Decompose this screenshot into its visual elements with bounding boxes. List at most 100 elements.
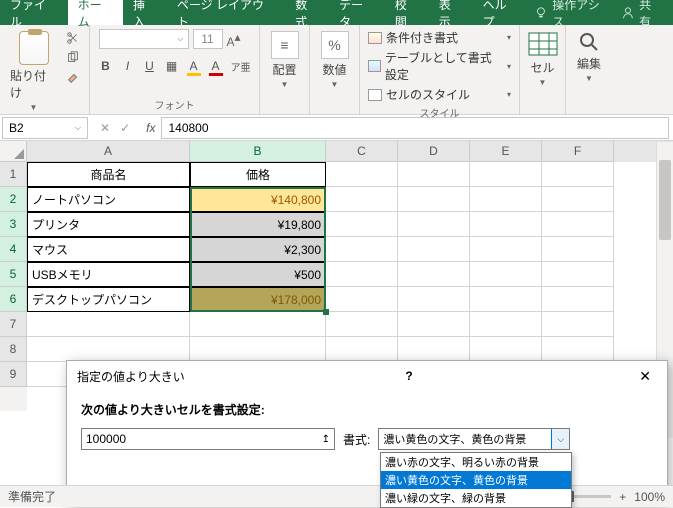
cells-button[interactable]: セル▼ — [525, 29, 561, 89]
cell[interactable] — [470, 237, 542, 262]
cell[interactable] — [326, 337, 398, 362]
cell[interactable]: プリンタ — [27, 212, 190, 237]
cell-header-name[interactable]: 商品名 — [27, 162, 190, 187]
name-box[interactable]: B2⌵ — [2, 117, 88, 139]
col-header[interactable]: D — [398, 141, 470, 162]
font-color-button[interactable]: A — [209, 59, 223, 76]
tab-formulas[interactable]: 数式 — [285, 0, 329, 25]
cell[interactable] — [326, 287, 398, 312]
enter-formula-button[interactable]: ✓ — [120, 121, 130, 135]
cell[interactable] — [398, 237, 470, 262]
dropdown-option[interactable]: 濃い赤の文字、明るい赤の背景 — [381, 453, 571, 471]
cell[interactable] — [470, 212, 542, 237]
underline-button[interactable]: U — [143, 59, 157, 76]
row-header[interactable]: 5 — [0, 262, 27, 287]
cell[interactable] — [27, 337, 190, 362]
tell-me[interactable]: 操作アシス — [534, 0, 611, 25]
cell[interactable] — [326, 187, 398, 212]
cell-header-price[interactable]: 価格 — [190, 162, 326, 187]
fill-color-button[interactable]: A — [187, 59, 201, 76]
formula-input[interactable]: 140800 — [161, 117, 669, 139]
grow-font-button[interactable]: A▴ — [227, 30, 241, 49]
cell[interactable]: ¥19,800 — [190, 212, 326, 237]
dropdown-option[interactable]: 濃い緑の文字、緑の背景 — [381, 489, 571, 507]
cell[interactable] — [398, 287, 470, 312]
paste-button[interactable]: 貼り付け ▼ — [8, 29, 59, 114]
fx-icon[interactable]: fx — [140, 121, 161, 135]
cell[interactable]: USBメモリ — [27, 262, 190, 287]
cell[interactable] — [398, 162, 470, 187]
row-header[interactable]: 4 — [0, 237, 27, 262]
cell[interactable] — [470, 337, 542, 362]
italic-button[interactable]: I — [121, 59, 135, 76]
cell[interactable] — [542, 312, 614, 337]
row-header[interactable]: 9 — [0, 362, 27, 387]
cell[interactable] — [470, 287, 542, 312]
col-header[interactable]: F — [542, 141, 614, 162]
tab-insert[interactable]: 挿入 — [123, 0, 167, 25]
tab-review[interactable]: 校閲 — [385, 0, 429, 25]
cell[interactable] — [326, 162, 398, 187]
cell[interactable] — [190, 337, 326, 362]
zoom-in-button[interactable]: + — [619, 490, 626, 504]
cell[interactable] — [398, 337, 470, 362]
phonetic-button[interactable]: ア亜 — [231, 59, 251, 76]
cell[interactable]: ¥500 — [190, 262, 326, 287]
tab-view[interactable]: 表示 — [429, 0, 473, 25]
col-header[interactable]: C — [326, 141, 398, 162]
cell[interactable] — [542, 262, 614, 287]
scroll-thumb[interactable] — [659, 160, 671, 240]
row-header[interactable]: 3 — [0, 212, 27, 237]
row-header[interactable]: 1 — [0, 162, 27, 187]
font-size-combo[interactable]: 11 — [193, 29, 223, 49]
cell[interactable] — [470, 262, 542, 287]
threshold-input[interactable]: 100000 ↥ — [81, 428, 335, 450]
cell[interactable] — [27, 312, 190, 337]
cut-button[interactable] — [65, 31, 81, 45]
tab-help[interactable]: ヘルプ — [473, 0, 529, 25]
range-picker-icon[interactable]: ↥ — [322, 434, 330, 445]
share-button[interactable]: 共有 — [611, 0, 673, 25]
border-button[interactable]: ▦ — [165, 59, 179, 76]
cell[interactable]: ¥140,800 — [190, 187, 326, 212]
conditional-formatting-button[interactable]: 条件付き書式▾ — [368, 29, 511, 46]
font-name-combo[interactable]: ⌵ — [99, 29, 189, 49]
cell[interactable]: マウス — [27, 237, 190, 262]
cell[interactable] — [398, 262, 470, 287]
cell[interactable] — [398, 187, 470, 212]
cell[interactable] — [326, 312, 398, 337]
cell[interactable] — [470, 312, 542, 337]
cell[interactable] — [326, 262, 398, 287]
dialog-close-button[interactable]: ✕ — [633, 368, 657, 385]
cell[interactable]: デスクトップパソコン — [27, 287, 190, 312]
dialog-help-button[interactable]: ? — [389, 369, 428, 383]
cell-styles-button[interactable]: セルのスタイル▾ — [368, 86, 511, 103]
row-header[interactable]: 6 — [0, 287, 27, 312]
cell[interactable]: ノートパソコン — [27, 187, 190, 212]
tab-home[interactable]: ホーム — [68, 0, 123, 25]
cell[interactable] — [190, 312, 326, 337]
col-header[interactable]: E — [470, 141, 542, 162]
zoom-level[interactable]: 100% — [634, 490, 665, 504]
cell[interactable] — [542, 212, 614, 237]
row-header[interactable]: 2 — [0, 187, 27, 212]
tab-file[interactable]: ファイル — [0, 0, 68, 25]
select-all-corner[interactable] — [0, 141, 27, 162]
cell[interactable] — [326, 212, 398, 237]
cell[interactable] — [542, 237, 614, 262]
format-as-table-button[interactable]: テーブルとして書式設定▾ — [368, 49, 511, 83]
cell[interactable] — [470, 162, 542, 187]
format-painter-button[interactable] — [65, 71, 81, 85]
number-format-button[interactable]: %数値▼ — [319, 29, 351, 91]
tab-data[interactable]: データ — [329, 0, 385, 25]
tab-page-layout[interactable]: ページ レイアウト — [167, 0, 285, 25]
cell[interactable] — [542, 337, 614, 362]
alignment-button[interactable]: ≡配置▼ — [269, 29, 301, 91]
bold-button[interactable]: B — [99, 59, 113, 76]
cell[interactable] — [326, 237, 398, 262]
col-header[interactable]: B — [190, 141, 326, 162]
cell[interactable] — [542, 187, 614, 212]
dropdown-option[interactable]: 濃い黄色の文字、黄色の背景 — [381, 471, 571, 489]
cell[interactable] — [542, 287, 614, 312]
cancel-formula-button[interactable]: ✕ — [100, 121, 110, 135]
